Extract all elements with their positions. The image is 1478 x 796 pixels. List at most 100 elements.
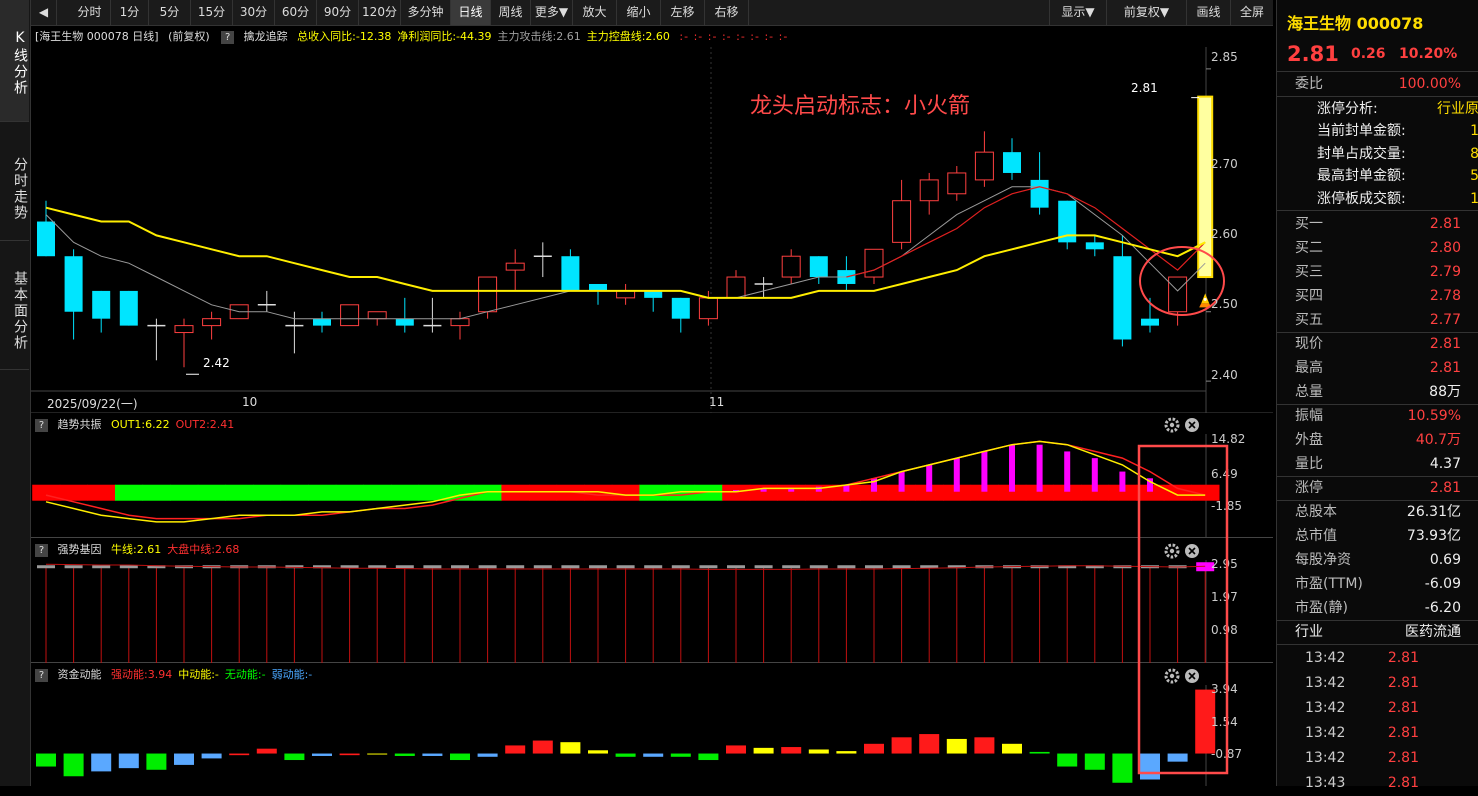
period-button[interactable]: 多分钟 (401, 0, 451, 25)
momentum-bar (91, 753, 112, 772)
momentum-bar (201, 753, 222, 759)
tick-row: 13:42 2.81 (1305, 675, 1419, 691)
candle-down (37, 221, 55, 257)
industry-row[interactable]: 行业 医药流通 (1277, 620, 1478, 644)
trend-band-cell (308, 484, 337, 501)
momentum-bar (588, 750, 608, 754)
trend-band-cell (1163, 484, 1192, 501)
tick-row: 13:42 2.81 (1305, 650, 1419, 666)
momentum-bar (1084, 753, 1105, 770)
trend-band-cell (722, 484, 751, 501)
quote-row: 现价 2.81 (1295, 336, 1461, 352)
period-button[interactable]: 120分 (359, 0, 401, 25)
momentum-bar (1029, 751, 1050, 754)
y-tick: 1.54 (1211, 715, 1238, 729)
strong-bar-cap (506, 565, 525, 569)
y-tick: 14.82 (1211, 432, 1246, 446)
strong-gene-chart[interactable] (31, 560, 1273, 663)
period-button[interactable]: 周线 (491, 0, 531, 25)
help-icon[interactable]: ? (35, 543, 48, 557)
help-icon[interactable]: ? (35, 418, 48, 432)
y-tick: 2.95 (1211, 557, 1238, 571)
trend-band-cell (639, 484, 668, 501)
low-price-label: 2.42 (203, 356, 230, 370)
capital-momentum-chart[interactable] (31, 685, 1273, 786)
action-button[interactable]: 缩小 (617, 0, 661, 25)
draw-button[interactable]: 画线 (1187, 0, 1231, 25)
momentum-bar (339, 753, 360, 756)
quote-row: 当前封单金额: 1 (1317, 123, 1478, 140)
action-button[interactable]: 右移 (705, 0, 749, 25)
back-button[interactable]: ◀ (31, 0, 57, 25)
quote-row: 涨停板成交额: 1 (1317, 190, 1478, 207)
y-tick: 3.94 (1211, 682, 1238, 696)
trend-bar (1091, 458, 1098, 492)
period-button[interactable]: 1分 (111, 0, 149, 25)
trend-band-cell (363, 484, 392, 501)
rocket-icon (1199, 293, 1212, 308)
momentum-bar (146, 753, 167, 770)
candle-down (1141, 318, 1159, 326)
period-button[interactable]: 日线 (451, 0, 491, 25)
date-label: 11 (709, 395, 725, 409)
period-button[interactable]: 60分 (275, 0, 317, 25)
quote-row: 总市值 73.93亿 (1295, 528, 1461, 544)
indicator-value: 无动能:- (224, 668, 266, 681)
date-label: 10 (242, 395, 258, 409)
quote-row: 市盈(TTM) -6.09 (1295, 576, 1461, 592)
candle-down (561, 256, 580, 291)
quote-row: 涨停 2.81 (1295, 480, 1461, 496)
y-tick: 2.40 (1211, 368, 1238, 382)
candle-up (974, 151, 994, 181)
period-button[interactable]: 30分 (233, 0, 275, 25)
chevron-left-icon: ◀ (38, 5, 49, 19)
help-icon[interactable]: ? (35, 668, 48, 682)
strong-bar-cap (37, 565, 55, 569)
trend-bar (1119, 471, 1126, 492)
adjust-menu-button[interactable]: 前复权▼ (1107, 0, 1187, 25)
y-tick: -1.85 (1211, 499, 1243, 513)
candle-up (1168, 276, 1188, 313)
period-button[interactable]: 更多▼ (531, 0, 573, 25)
tab-fundamentals[interactable]: 基本面分析 (0, 242, 29, 370)
webi-row: 委比 100.00% (1295, 76, 1461, 92)
candle-up (919, 179, 939, 202)
indicator-value: 中动能:- (178, 668, 219, 681)
adjust-label: (前复权) (168, 30, 210, 43)
period-button[interactable]: 5分 (149, 0, 191, 25)
action-button[interactable]: 放大 (573, 0, 617, 25)
help-icon[interactable]: ? (221, 30, 235, 44)
momentum-bar (808, 749, 829, 754)
annotation-text: 龙头启动标志：小火箭 (750, 94, 971, 119)
stock-name-code: 海王生物 000078 (1287, 14, 1424, 33)
quote-row: 买四 2.78 (1295, 288, 1461, 304)
candle-up (892, 200, 912, 243)
strong-bar-cap (92, 565, 111, 569)
period-button[interactable]: 分时 (69, 0, 111, 25)
period-button[interactable]: 15分 (191, 0, 233, 25)
indicator-value: 总收入同比:-12.38 (297, 30, 392, 43)
strong-bar-cap (782, 565, 801, 569)
momentum-bar (919, 734, 940, 754)
action-button[interactable]: 左移 (661, 0, 705, 25)
strong-bar-cap (395, 565, 414, 569)
trend-resonance-chart[interactable] (31, 434, 1273, 538)
strong-bar-cap (533, 565, 552, 569)
strong-bar-cap (699, 565, 718, 569)
tab-intraday[interactable]: 分时走势 (0, 123, 29, 241)
trend-band-cell (749, 484, 778, 501)
out2-line (45, 440, 1206, 520)
quote-row: 最高封单金额: 5 (1317, 168, 1478, 185)
candle-down (589, 283, 607, 291)
period-button[interactable]: 90分 (317, 0, 359, 25)
momentum-bar (698, 753, 719, 761)
strong-bar-cap (119, 565, 138, 569)
close-icon (1185, 544, 1199, 558)
fullscreen-button[interactable]: 全屏 (1231, 0, 1273, 25)
display-menu-button[interactable]: 显示▼ (1049, 0, 1107, 25)
chart-toolbar: ◀ 显示▼ 前复权▼ 画线 全屏 分时 1分 5分 15分 30分 60分 90分 120分多… (31, 0, 1273, 26)
candle-up (340, 304, 360, 327)
tab-kline-analysis[interactable]: K线分析 (0, 0, 29, 122)
trend-bar (1009, 444, 1015, 492)
strong-bar-cap (727, 565, 745, 569)
